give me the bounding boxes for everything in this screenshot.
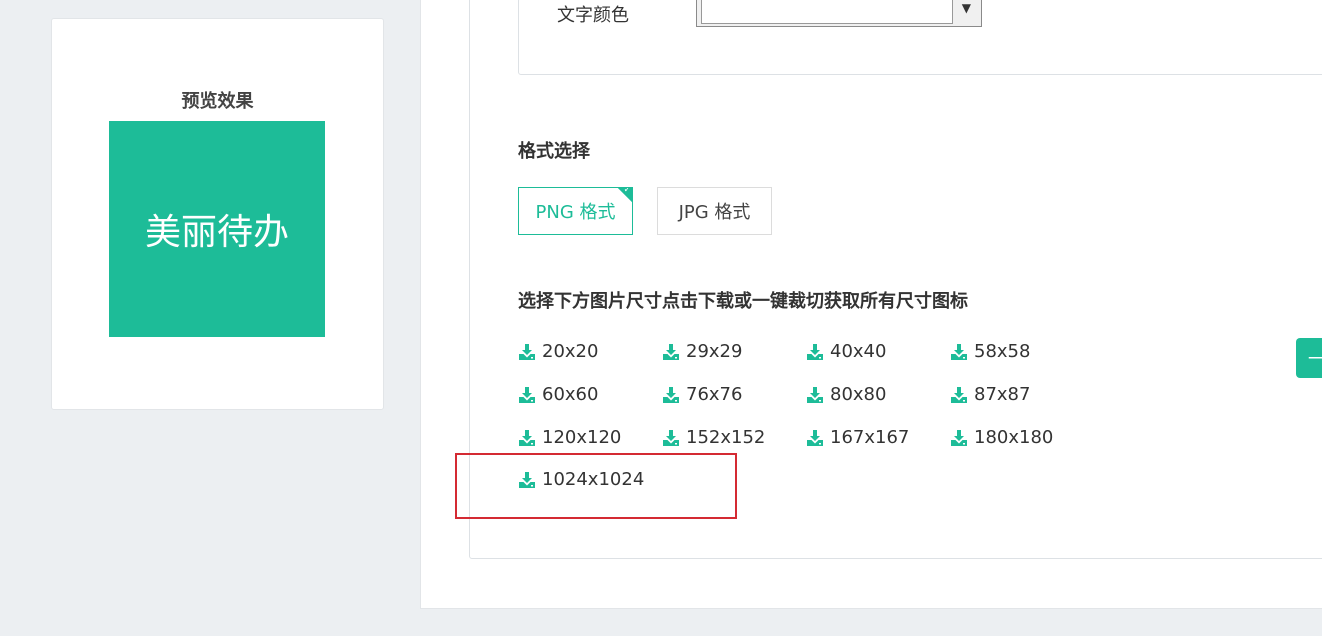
size-download-item[interactable]: 120x120: [518, 427, 621, 448]
size-download-item[interactable]: 58x58: [950, 341, 1030, 362]
download-icon: [519, 386, 535, 403]
download-icon: [951, 386, 967, 403]
size-download-item[interactable]: 167x167: [806, 427, 909, 448]
jpg-format-label: JPG 格式: [678, 202, 751, 223]
size-download-item[interactable]: 76x76: [662, 384, 742, 405]
size-download-item[interactable]: 80x80: [806, 384, 886, 405]
text-color-label: 文字颜色: [557, 5, 629, 26]
size-download-item[interactable]: 40x40: [806, 341, 886, 362]
format-section-title: 格式选择: [518, 141, 590, 162]
size-label: 29x29: [686, 341, 743, 362]
size-label: 20x20: [542, 341, 599, 362]
size-label: 120x120: [542, 427, 622, 448]
text-color-value: [701, 0, 953, 24]
download-icon: [519, 429, 535, 446]
size-label: 58x58: [974, 341, 1031, 362]
png-format-button[interactable]: PNG 格式 ✓: [518, 187, 633, 235]
size-label: 180x180: [974, 427, 1054, 448]
size-download-item[interactable]: 60x60: [518, 384, 598, 405]
jpg-format-button[interactable]: JPG 格式: [657, 187, 772, 235]
size-download-item[interactable]: 87x87: [950, 384, 1030, 405]
size-section-title: 选择下方图片尺寸点击下载或一键裁切获取所有尺寸图标: [518, 291, 968, 312]
text-color-select[interactable]: ▼: [696, 0, 982, 27]
preview-title: 预览效果: [181, 91, 254, 112]
check-icon: ✓: [623, 187, 631, 195]
download-icon: [951, 429, 967, 446]
download-icon: [807, 386, 823, 403]
download-icon: [663, 429, 679, 446]
size-label: 87x87: [974, 384, 1031, 405]
size-label: 152x152: [686, 427, 766, 448]
download-icon: [807, 343, 823, 360]
preview-card: 预览效果 美丽待办: [51, 18, 384, 410]
download-icon: [807, 429, 823, 446]
download-icon: [519, 343, 535, 360]
crop-all-button[interactable]: 一: [1296, 338, 1322, 378]
download-icon: [951, 343, 967, 360]
crop-all-button-label: 一: [1308, 349, 1322, 370]
size-download-item[interactable]: 20x20: [518, 341, 598, 362]
size-label: 60x60: [542, 384, 599, 405]
highlight-box: [455, 453, 737, 519]
size-label: 167x167: [830, 427, 910, 448]
size-label: 40x40: [830, 341, 887, 362]
preview-icon-text: 美丽待办: [144, 212, 289, 253]
size-download-item[interactable]: 180x180: [950, 427, 1053, 448]
size-label: 76x76: [686, 384, 743, 405]
png-format-label: PNG 格式: [535, 202, 616, 223]
download-icon: [663, 386, 679, 403]
chevron-down-icon: ▼: [961, 1, 971, 15]
download-icon: [663, 343, 679, 360]
size-label: 80x80: [830, 384, 887, 405]
size-download-item[interactable]: 29x29: [662, 341, 742, 362]
size-download-item[interactable]: 152x152: [662, 427, 765, 448]
preview-icon-image: 美丽待办: [109, 121, 325, 337]
